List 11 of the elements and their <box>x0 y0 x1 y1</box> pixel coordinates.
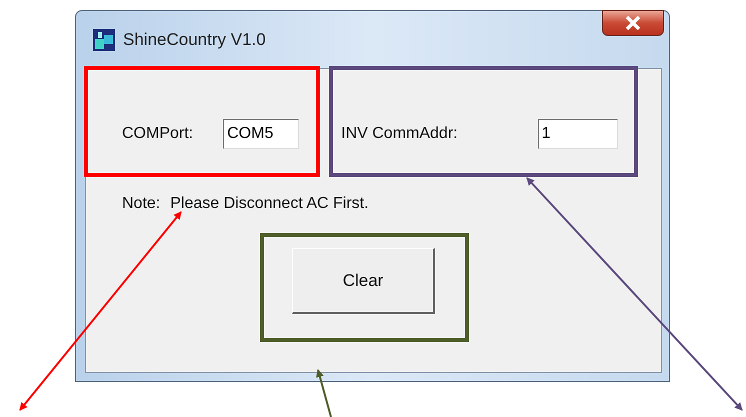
app-icon <box>93 28 115 50</box>
note-label: Note: <box>122 195 160 213</box>
field-label: INV CommAddr: <box>341 125 458 143</box>
close-icon <box>625 16 641 30</box>
input-field[interactable]: 1 <box>538 119 618 149</box>
note-text: Please Disconnect AC First. <box>170 195 369 213</box>
clear-button[interactable]: Clear <box>292 248 435 314</box>
window-title: ShineCountry V1.0 <box>123 30 266 50</box>
input-field[interactable]: COM5 <box>223 119 300 149</box>
close-button[interactable] <box>602 10 664 36</box>
field-label: COMPort: <box>122 125 194 143</box>
